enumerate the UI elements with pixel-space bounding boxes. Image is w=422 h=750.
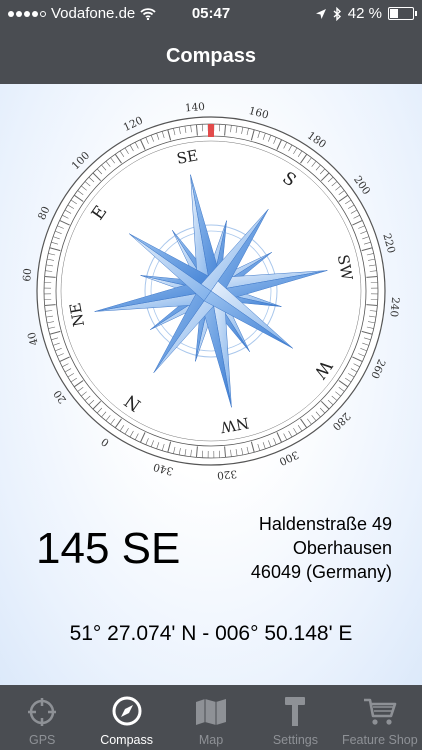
tab-compass[interactable]: Compass <box>84 685 168 750</box>
tab-bar: GPS Compass Map Settings Feature Shop <box>0 685 422 750</box>
degree-label: 20 <box>52 388 70 406</box>
address-block: Haldenstraße 49 Oberhausen 46049 (German… <box>251 512 392 584</box>
tab-gps-label: GPS <box>29 733 56 747</box>
tab-settings[interactable]: Settings <box>253 685 337 750</box>
address-city: Oberhausen <box>292 538 392 558</box>
tab-compass-label: Compass <box>100 733 153 747</box>
degree-label: 340 <box>152 460 174 477</box>
tab-map[interactable]: Map <box>169 685 253 750</box>
map-icon <box>196 699 227 725</box>
address-street: Haldenstraße 49 <box>258 514 392 534</box>
tab-feature-shop[interactable]: Feature Shop <box>338 685 422 750</box>
heading-marker <box>208 124 214 137</box>
gps-coordinates: 51° 27.074' N - 006° 50.148' E <box>69 622 353 645</box>
tab-settings-label: Settings <box>272 733 318 747</box>
page-title: Compass <box>165 45 257 67</box>
degree-label: 80 <box>36 205 53 222</box>
degree-label: 240 <box>387 297 401 318</box>
degree-label: 140 <box>184 101 205 115</box>
location-arrow-icon <box>315 8 326 19</box>
bluetooth-icon <box>333 6 341 21</box>
battery-icon <box>388 7 417 20</box>
compass-icon <box>112 696 142 726</box>
tab-gps[interactable]: GPS <box>0 685 84 750</box>
compass-dial[interactable]: 020406080100120140 1601802002202402602803… <box>0 84 422 484</box>
battery-percentage: 42 % <box>347 5 382 22</box>
navigation-bar: Compass <box>0 28 422 84</box>
status-bar: Vodafone.de 05:47 42 % <box>0 0 422 28</box>
degree-label: 220 <box>380 232 397 254</box>
status-right: 42 % <box>315 5 417 22</box>
hammer-icon <box>285 697 306 726</box>
compass-screen: 0 20 40 60 80 100 120 140 160 180 200 220 240 260 280 3… <box>0 84 422 685</box>
cart-icon <box>363 698 397 725</box>
degree-label: 320 <box>217 467 238 481</box>
heading-readout: 145 SE <box>36 524 181 573</box>
tab-feature-shop-label: Feature Shop <box>341 733 418 747</box>
degree-label: 160 <box>247 105 269 122</box>
tab-map-label: Map <box>198 733 224 747</box>
direction-label-se: SE <box>175 146 199 167</box>
address-postal: 46049 (Germany) <box>250 562 392 582</box>
degree-label: 40 <box>26 331 41 347</box>
crosshair-icon <box>28 698 57 726</box>
degree-label: 60 <box>21 268 34 282</box>
degree-label: 0 <box>99 435 111 449</box>
